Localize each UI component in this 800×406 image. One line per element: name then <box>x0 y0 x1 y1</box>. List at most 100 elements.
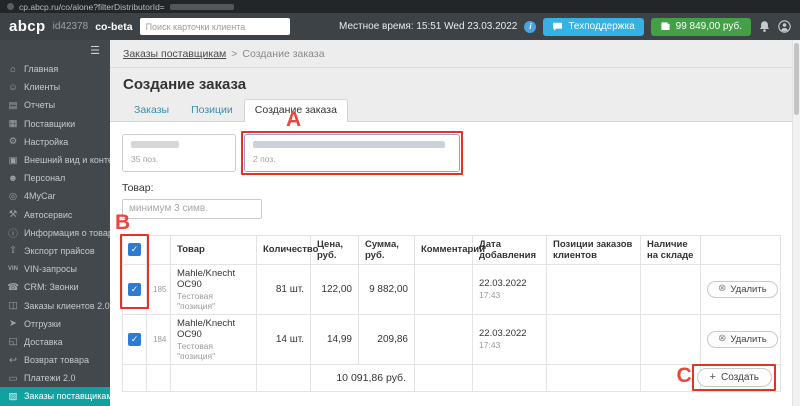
sidebar-item-price-export[interactable]: ⇧ Экспорт прайсов <box>0 242 110 260</box>
sidebar-item-vin-requests[interactable]: VIN VIN-запросы <box>0 260 110 278</box>
body-row: ☰ ⌂ Главная ☺ Клиенты ▤ Отчеты ▦ Поставщики … <box>0 40 800 406</box>
header-product: Товар <box>170 234 257 265</box>
tab-positions[interactable]: Позиции <box>180 99 244 121</box>
wallet-icon <box>661 22 670 30</box>
sidebar-item-label: Заказы клиентов 2.0 <box>24 300 110 311</box>
browser-url-bar: cp.abcp.ru/co/alone?filterDistributorId= <box>0 0 800 13</box>
plus-icon: + <box>709 371 716 383</box>
sidebar-nav: ⌂ Главная ☺ Клиенты ▤ Отчеты ▦ Поставщики ⚙ Н… <box>0 60 110 406</box>
header-sum: Сумма, руб. <box>358 234 415 265</box>
breadcrumb-parent-link[interactable]: Заказы поставщикам <box>123 48 226 60</box>
sidebar-item-payments[interactable]: ▭ Платежи 2.0 <box>0 369 110 387</box>
support-button-label: Техподдержка <box>568 21 635 32</box>
sidebar-item-home[interactable]: ⌂ Главная <box>0 60 110 78</box>
time-added: 17:43 <box>479 340 501 350</box>
sidebar-item-autoservice[interactable]: ⚒ Автосервис <box>0 206 110 224</box>
delete-icon: ⊗ <box>718 283 727 294</box>
header-stock: Наличие на складе <box>640 234 701 265</box>
sidebar-item-shipments[interactable]: ➤ Отгрузки <box>0 315 110 333</box>
sidebar-item-label: 4MyCar <box>24 191 56 202</box>
delete-button-label: Удалить <box>730 333 767 345</box>
comment-cell <box>414 263 473 315</box>
sidebar-item-returns[interactable]: ↩ Возврат товара <box>0 351 110 369</box>
sum-cell: 209,86 <box>358 313 415 365</box>
user-profile-icon[interactable] <box>778 20 791 33</box>
row-checkbox[interactable] <box>128 332 141 346</box>
date-added: 22.03.2022 <box>479 278 527 289</box>
page-scrollbar <box>792 40 800 406</box>
chat-icon <box>553 22 563 31</box>
tab-create-order[interactable]: Создание заказа <box>243 99 348 122</box>
order-positions-table: Товар Количество Цена, руб. Сумма, руб. … <box>122 234 781 392</box>
sidebar-item-appearance[interactable]: ▣ Внешний вид и контент <box>0 151 111 169</box>
menu-toggle-icon[interactable]: ☰ <box>0 40 110 60</box>
wrench-icon: ⚒ <box>8 209 18 221</box>
sidebar-item-delivery[interactable]: ◱ Доставка <box>0 333 110 351</box>
sidebar-item-crm-calls[interactable]: ☎ CRM: Звонки <box>0 278 110 296</box>
product-field-label: Товар: <box>122 182 154 194</box>
order-total: 10 091,86 руб. <box>310 363 415 392</box>
support-button[interactable]: Техподдержка <box>543 17 644 36</box>
sidebar-item-label: Персонал <box>24 173 66 184</box>
supplier-card[interactable]: 35 поз. <box>122 134 236 172</box>
comment-cell <box>414 313 473 365</box>
breadcrumb: Заказы поставщикам > Создание заказа <box>110 40 792 68</box>
notifications-bell-icon[interactable] <box>758 20 771 33</box>
sidebar-item-suppliers[interactable]: ▦ Поставщики <box>0 115 110 133</box>
sidebar-item-supplier-orders[interactable]: ▨ Заказы поставщикам <box>0 387 110 406</box>
product-name: Mahle/Knecht OC90 <box>177 317 236 340</box>
supplier-cards: 35 поз. 2 поз. A <box>122 109 780 175</box>
delete-icon: ⊗ <box>718 333 727 344</box>
suppliers-icon: ▦ <box>8 118 18 130</box>
sum-cell: 9 882,00 <box>358 263 415 315</box>
tab-orders[interactable]: Заказы <box>123 99 180 121</box>
scrollbar-thumb[interactable] <box>794 43 799 115</box>
product-note: Тестовая "позиция" <box>177 340 216 361</box>
sidebar-item-settings[interactable]: ⚙ Настройка <box>0 133 110 151</box>
table-footer-row: 10 091,86 руб. + Создать C <box>122 363 781 392</box>
header-actions <box>700 234 781 265</box>
header-price: Цена, руб. <box>310 234 359 265</box>
product-note: Тестовая "позиция" <box>177 290 216 311</box>
row-checkbox[interactable] <box>128 282 141 296</box>
export-icon: ⇧ <box>9 245 17 257</box>
sidebar-item-4mycar[interactable]: ◎ 4MyCar <box>0 187 110 205</box>
header-id <box>146 234 171 265</box>
delete-button[interactable]: ⊗ Удалить <box>707 280 778 298</box>
env-label: co-beta <box>95 20 133 33</box>
vin-icon: VIN <box>7 266 18 273</box>
delete-button[interactable]: ⊗ Удалить <box>707 330 778 348</box>
person-icon: ☻ <box>8 172 18 184</box>
balance-button[interactable]: 99 849,00 руб. <box>650 17 751 36</box>
sidebar-item-label: Главная <box>24 64 59 75</box>
clients-icon: ☺ <box>8 81 18 93</box>
sidebar-item-label: Заказы поставщикам <box>24 391 110 402</box>
breadcrumb-separator: > <box>231 47 238 60</box>
sidebar-item-client-orders[interactable]: ◫ Заказы клиентов 2.0 <box>0 296 110 314</box>
sidebar-item-label: VIN-запросы <box>24 264 77 275</box>
sidebar-item-label: Доставка <box>24 336 63 347</box>
truck-icon: ➤ <box>9 318 17 330</box>
price-cell: 14,99 <box>310 313 359 365</box>
supplier-card-selected[interactable]: 2 поз. <box>244 134 460 172</box>
info-icon[interactable]: i <box>524 20 537 33</box>
car-icon: ◎ <box>8 190 18 202</box>
sidebar-item-clients[interactable]: ☺ Клиенты <box>0 78 110 96</box>
screen: cp.abcp.ru/co/alone?filterDistributorId=… <box>0 0 800 406</box>
create-order-button[interactable]: + Создать <box>696 368 772 387</box>
delete-button-label: Удалить <box>730 283 767 295</box>
select-all-checkbox[interactable] <box>128 243 141 256</box>
url-text: cp.abcp.ru/co/alone?filterDistributorId= <box>19 1 165 12</box>
sidebar-item-reports[interactable]: ▤ Отчеты <box>0 96 110 114</box>
header-comment: Комментарий <box>414 234 485 265</box>
product-search-input[interactable] <box>122 198 262 219</box>
home-icon: ⌂ <box>10 63 16 75</box>
price-cell: 122,00 <box>310 263 359 315</box>
sidebar-item-product-info[interactable]: ⓘ Информация о товарах <box>0 224 110 242</box>
client-search-input[interactable] <box>139 18 290 35</box>
time-added: 17:43 <box>479 290 501 300</box>
screen-icon: ▣ <box>8 154 18 166</box>
sidebar-item-staff[interactable]: ☻ Персонал <box>0 169 110 187</box>
sidebar-item-label: Информация о товарах <box>24 227 110 238</box>
return-arrow-icon: ↩ <box>9 354 17 366</box>
